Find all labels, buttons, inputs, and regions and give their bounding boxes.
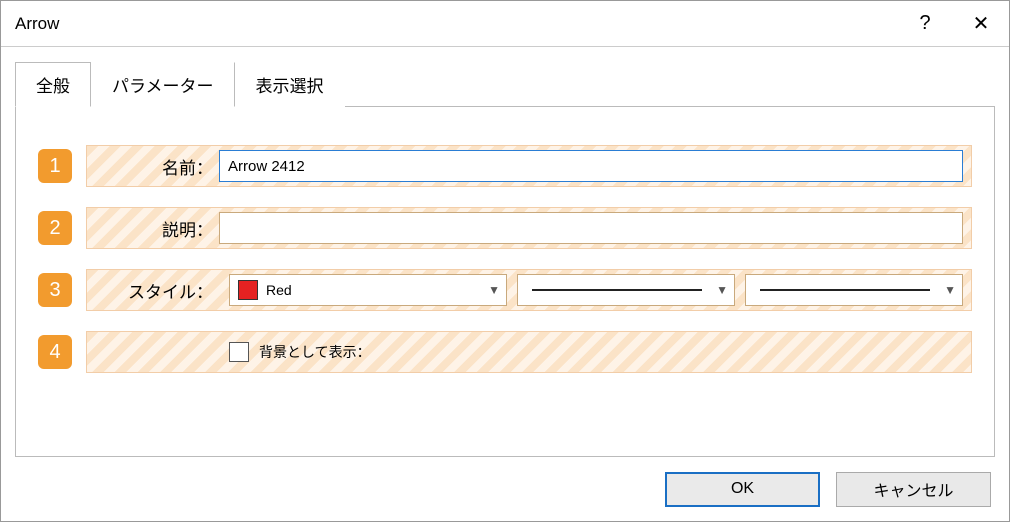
chevron-down-icon: ▼: [488, 283, 500, 297]
tab-parameters[interactable]: パラメーター: [91, 62, 235, 107]
badge-3: 3: [38, 273, 72, 307]
close-icon: ✕: [973, 11, 990, 36]
close-button[interactable]: ✕: [953, 1, 1009, 47]
ok-button-label: OK: [731, 480, 754, 498]
row-bg-strip: 背景として表示：: [86, 331, 972, 373]
tab-general[interactable]: 全般: [15, 62, 91, 107]
line-width-sample: [760, 289, 930, 291]
row-desc-strip: 説明：: [86, 207, 972, 249]
row-name: 1 名前：: [38, 145, 972, 187]
chevron-down-icon: ▼: [716, 283, 728, 297]
tabs: 全般 パラメーター 表示選択: [15, 61, 995, 106]
label-name: 名前：: [87, 154, 219, 179]
name-input[interactable]: [219, 150, 963, 182]
help-button[interactable]: ?: [897, 1, 953, 47]
tab-display[interactable]: 表示選択: [235, 62, 345, 107]
dialog-title: Arrow: [15, 14, 897, 34]
row-style-strip: スタイル： Red ▼ ▼ ▼: [86, 269, 972, 311]
row-style: 3 スタイル： Red ▼ ▼ ▼: [38, 269, 972, 311]
line-style-combo[interactable]: ▼: [517, 274, 735, 306]
row-background: 4 背景として表示：: [38, 331, 972, 373]
titlebar: Arrow ? ✕: [1, 1, 1009, 47]
help-icon: ?: [919, 12, 930, 35]
dialog-footer: OK キャンセル: [1, 457, 1009, 521]
dialog-content: 全般 パラメーター 表示選択 1 名前： 2 説明： 3: [1, 47, 1009, 457]
row-name-strip: 名前：: [86, 145, 972, 187]
badge-4: 4: [38, 335, 72, 369]
checkbox-wrap[interactable]: 背景として表示：: [229, 342, 371, 362]
color-combo-label: Red: [266, 282, 292, 298]
description-input[interactable]: [219, 212, 963, 244]
tab-general-label: 全般: [36, 77, 70, 96]
dialog-window: Arrow ? ✕ 全般 パラメーター 表示選択 1 名前： 2: [0, 0, 1010, 522]
cancel-button[interactable]: キャンセル: [836, 472, 991, 507]
background-checkbox[interactable]: [229, 342, 249, 362]
label-show-as-background: 背景として表示：: [259, 342, 371, 362]
color-combo[interactable]: Red ▼: [229, 274, 507, 306]
line-width-combo[interactable]: ▼: [745, 274, 963, 306]
chevron-down-icon: ▼: [944, 283, 956, 297]
tab-parameters-label: パラメーター: [112, 77, 214, 96]
badge-2: 2: [38, 211, 72, 245]
cancel-button-label: キャンセル: [873, 477, 953, 501]
tab-panel-general: 1 名前： 2 説明： 3 スタイル： R: [15, 106, 995, 457]
badge-1: 1: [38, 149, 72, 183]
label-description: 説明：: [87, 216, 219, 241]
tab-display-label: 表示選択: [256, 77, 324, 96]
color-swatch: [238, 280, 258, 300]
line-style-sample: [532, 289, 702, 291]
row-description: 2 説明：: [38, 207, 972, 249]
label-style: スタイル：: [87, 278, 219, 303]
ok-button[interactable]: OK: [665, 472, 820, 507]
